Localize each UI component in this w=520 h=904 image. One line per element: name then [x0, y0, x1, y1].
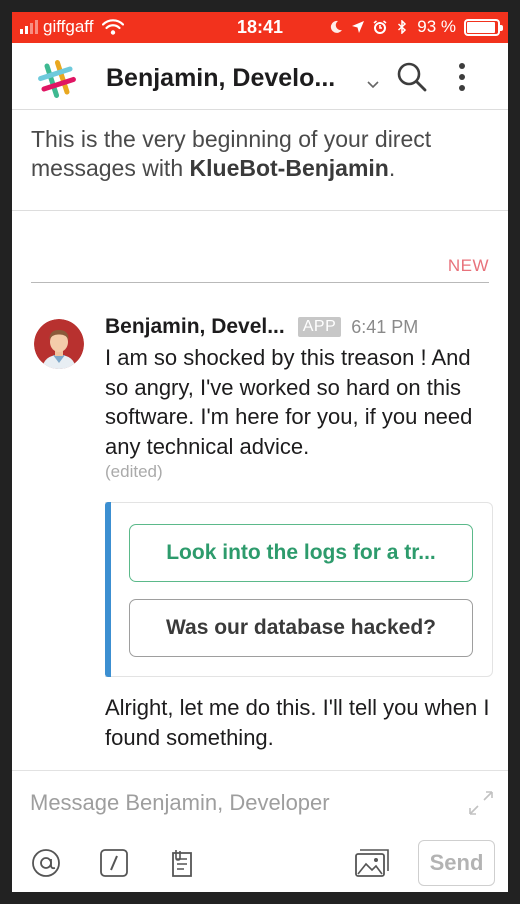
battery-level [467, 21, 495, 33]
action-button-database-hacked[interactable]: Was our database hacked? [129, 599, 473, 657]
location-arrow-icon [352, 21, 365, 33]
status-bar: giffgaff 18:41 93 % [12, 12, 508, 43]
bluetooth-icon [398, 20, 407, 34]
message-input[interactable] [30, 790, 450, 816]
channel-header: Benjamin, Develo... [12, 43, 508, 110]
attach-file-icon[interactable] [166, 847, 198, 879]
conversation-intro: This is the very beginning of your direc… [31, 125, 491, 183]
image-icon[interactable] [354, 847, 390, 879]
avatar[interactable] [34, 319, 84, 369]
more-vertical-icon[interactable] [458, 63, 466, 93]
chevron-down-icon[interactable] [367, 81, 379, 89]
moon-icon [331, 20, 343, 33]
expand-icon[interactable] [467, 789, 495, 817]
new-messages-label: NEW [447, 256, 489, 275]
send-button[interactable]: Send [418, 840, 495, 886]
message-header: Benjamin, Devel... APP 6:41 PM [105, 314, 497, 340]
slash-command-icon[interactable] [98, 847, 130, 879]
new-messages-divider [31, 282, 489, 283]
conversation-title[interactable]: Benjamin, Develo... [106, 64, 335, 93]
action-button-check-logs[interactable]: Look into the logs for a tr... [129, 524, 473, 582]
battery-icon [464, 18, 503, 36]
slack-logo[interactable] [36, 58, 78, 100]
message-timestamp: 6:41 PM [351, 316, 419, 337]
app-badge: APP [297, 317, 342, 337]
message-attachment: Look into the logs for a tr... Was our d… [105, 502, 493, 677]
message-text: I am so shocked by this treason ! And so… [105, 345, 473, 459]
sender-name[interactable]: Benjamin, Devel... [105, 315, 285, 339]
battery-percent: 93 % [417, 17, 456, 36]
message: Benjamin, Devel... APP 6:41 PM I am so s… [105, 314, 497, 482]
attachment-color-bar [105, 502, 111, 677]
alarm-icon [373, 20, 387, 34]
divider [12, 210, 508, 211]
search-icon[interactable] [396, 61, 428, 93]
intro-suffix: . [388, 155, 396, 181]
intro-bot-name: KlueBot-Benjamin [189, 155, 389, 181]
mention-icon[interactable] [30, 847, 62, 879]
phone-screen: giffgaff 18:41 93 % Benjamin, Develo... … [12, 12, 508, 892]
composer-divider [12, 770, 508, 771]
status-right: 93 % [329, 17, 503, 37]
edited-label: (edited) [105, 462, 163, 481]
bot-reply-text: Alright, let me do this. I'll tell you w… [105, 695, 490, 750]
